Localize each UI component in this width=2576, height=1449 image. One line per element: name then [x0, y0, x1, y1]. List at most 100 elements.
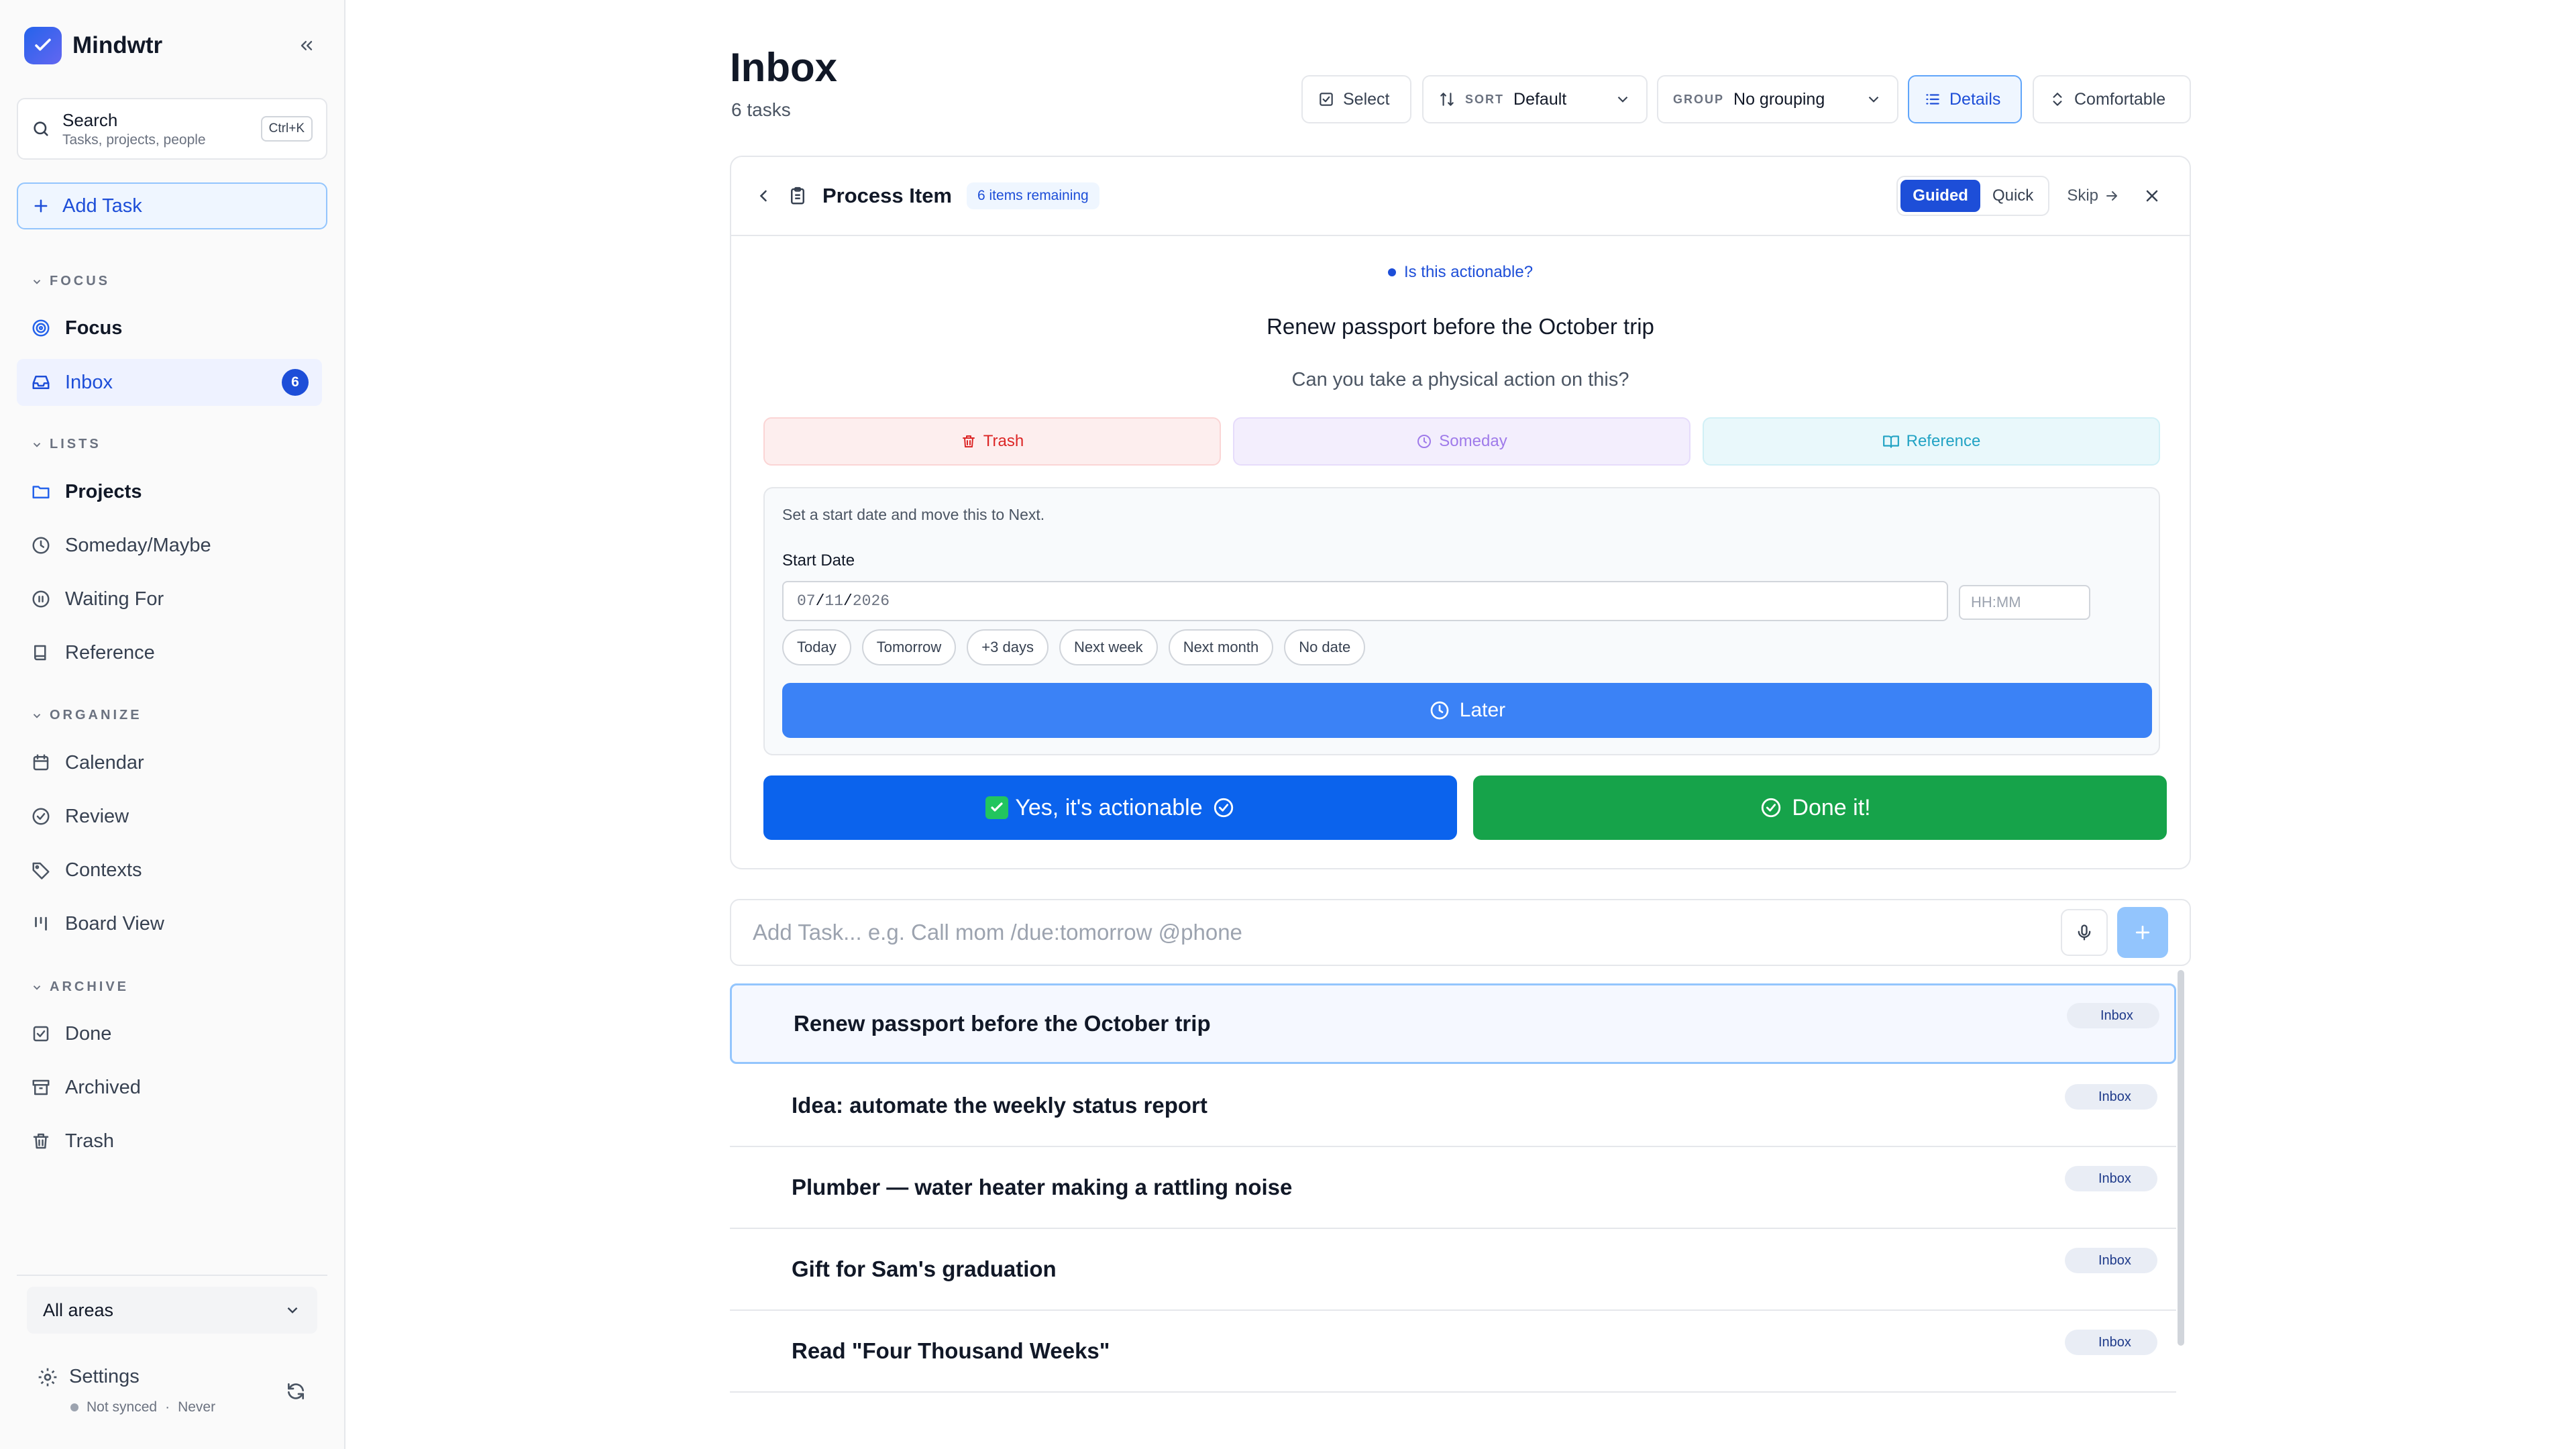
quick-date-3-days[interactable]: +3 days [967, 629, 1049, 665]
actionable-label: Yes, it's actionable [1015, 794, 1203, 820]
date-year: 2026 [852, 592, 890, 610]
start-date-input[interactable]: 07/11/2026 [782, 581, 1948, 621]
sidebar-item-label: Contexts [65, 859, 142, 881]
sidebar-item-someday[interactable]: Someday/Maybe [17, 522, 322, 569]
sidebar-item-label: Projects [65, 480, 142, 502]
search-icon [34, 121, 48, 136]
task-title: Renew passport before the October trip [794, 1011, 1211, 1036]
archive-icon [30, 1077, 52, 1098]
chevron-left-icon [759, 190, 767, 202]
section-organize-label: ORGANIZE [50, 708, 142, 722]
task-list-tag[interactable]: Inbox [2065, 1166, 2157, 1191]
close-icon [2146, 190, 2158, 202]
sidebar-item-reference[interactable]: Reference [17, 629, 322, 676]
check-mark-icon [985, 796, 1009, 819]
details-toggle[interactable]: Details [1908, 75, 2022, 123]
section-organize[interactable]: ORGANIZE [31, 708, 142, 723]
later-panel: Set a start date and move this to Next. … [763, 487, 2160, 755]
inbox-count-badge: 6 [282, 369, 309, 396]
task-row[interactable]: Idea: automate the weekly status report … [730, 1065, 2176, 1147]
sidebar-item-inbox[interactable]: Inbox 6 [17, 359, 322, 406]
sort-label: SORT [1465, 92, 1505, 106]
tag-icon [30, 859, 52, 881]
task-count: 6 tasks [731, 99, 791, 120]
task-list-tag[interactable]: Inbox [2067, 1003, 2159, 1028]
later-button[interactable]: Later [782, 683, 2152, 738]
collapse-sidebar-button[interactable] [290, 30, 323, 62]
mode-quick-button[interactable]: Quick [1980, 180, 2045, 212]
quick-add-submit-button[interactable] [2117, 907, 2168, 958]
check-circle-icon [1762, 798, 1781, 818]
sync-status: Not synced · Never [70, 1399, 215, 1415]
skip-button[interactable]: Skip [2067, 186, 2120, 205]
sync-separator: · [165, 1399, 170, 1415]
back-button[interactable] [754, 186, 773, 205]
sidebar-item-trash[interactable]: Trash [17, 1118, 322, 1165]
sync-button[interactable] [280, 1375, 312, 1407]
process-title: Process Item [822, 184, 952, 207]
search-subtitle: Tasks, projects, people [62, 131, 206, 148]
mode-guided-button[interactable]: Guided [1900, 180, 1980, 212]
sidebar-item-archived[interactable]: Archived [17, 1064, 322, 1111]
sidebar-item-projects[interactable]: Projects [17, 468, 322, 515]
density-toggle[interactable]: Comfortable [2033, 75, 2191, 123]
task-row[interactable]: Read "Four Thousand Weeks" Inbox [730, 1311, 2176, 1393]
settings-button[interactable]: Settings [37, 1366, 140, 1388]
section-lists[interactable]: LISTS [31, 437, 101, 452]
chevron-down-icon [33, 713, 41, 718]
actionable-button[interactable]: Yes, it's actionable [763, 775, 1457, 840]
sidebar-item-calendar[interactable]: Calendar [17, 739, 322, 786]
add-task-button[interactable]: Add Task [17, 182, 327, 229]
close-button[interactable] [2137, 181, 2167, 211]
list-icon [1926, 94, 1939, 105]
section-lists-label: LISTS [50, 437, 101, 451]
area-select[interactable]: All areas [27, 1287, 317, 1334]
quick-date-no-date[interactable]: No date [1284, 629, 1366, 665]
task-row[interactable]: Gift for Sam's graduation Inbox [730, 1229, 2176, 1311]
start-date-label: Start Date [782, 551, 855, 570]
process-item-panel: Process Item 6 items remaining Guided Qu… [730, 156, 2191, 869]
chevrons-up-down-icon [2053, 93, 2062, 106]
check-square-icon [1320, 93, 1333, 106]
chevron-down-icon [1617, 96, 1628, 103]
app-logo-icon [24, 27, 62, 64]
reference-button[interactable]: Reference [1703, 417, 2160, 466]
area-select-value: All areas [43, 1299, 114, 1320]
done-it-button[interactable]: Done it! [1473, 775, 2167, 840]
select-button[interactable]: Select [1301, 75, 1411, 123]
task-list-tag[interactable]: Inbox [2065, 1084, 2157, 1110]
quick-date-today[interactable]: Today [782, 629, 851, 665]
search-button[interactable]: Search Tasks, projects, people Ctrl+K [17, 98, 327, 160]
group-select[interactable]: GROUP No grouping [1657, 75, 1898, 123]
task-list-tag[interactable]: Inbox [2065, 1330, 2157, 1355]
start-time-input[interactable]: HH:MM [1959, 585, 2090, 620]
folder-icon [30, 481, 52, 502]
voice-input-button[interactable] [2061, 909, 2108, 956]
task-row[interactable]: Plumber — water heater making a rattling… [730, 1147, 2176, 1229]
sync-dot [70, 1403, 78, 1411]
settings-label: Settings [69, 1366, 140, 1387]
quick-date-tomorrow[interactable]: Tomorrow [861, 629, 957, 665]
reference-label: Reference [1906, 432, 1981, 450]
sidebar-item-review[interactable]: Review [17, 793, 322, 840]
sidebar-item-contexts[interactable]: Contexts [17, 847, 322, 894]
section-archive[interactable]: ARCHIVE [31, 979, 129, 995]
trash-button[interactable]: Trash [763, 417, 1221, 466]
book-open-icon [1882, 435, 1899, 448]
group-label: GROUP [1673, 92, 1725, 106]
gear-icon [38, 1368, 57, 1386]
sidebar-item-focus[interactable]: Focus [17, 305, 322, 352]
section-focus[interactable]: FOCUS [31, 274, 110, 289]
task-list-tag[interactable]: Inbox [2065, 1248, 2157, 1273]
section-archive-label: ARCHIVE [50, 979, 129, 994]
sort-select[interactable]: SORT Default [1422, 75, 1648, 123]
someday-button[interactable]: Someday [1233, 417, 1690, 466]
task-list-scrollbar[interactable] [2178, 970, 2184, 1346]
sidebar-item-board[interactable]: Board View [17, 900, 322, 947]
quick-date-next-month[interactable]: Next month [1168, 629, 1274, 665]
sidebar-item-waiting[interactable]: Waiting For [17, 576, 322, 623]
quick-add-input[interactable] [753, 920, 2061, 945]
sidebar-item-done[interactable]: Done [17, 1010, 322, 1057]
quick-date-next-week[interactable]: Next week [1059, 629, 1158, 665]
task-row[interactable]: Renew passport before the October trip I… [730, 983, 2176, 1064]
